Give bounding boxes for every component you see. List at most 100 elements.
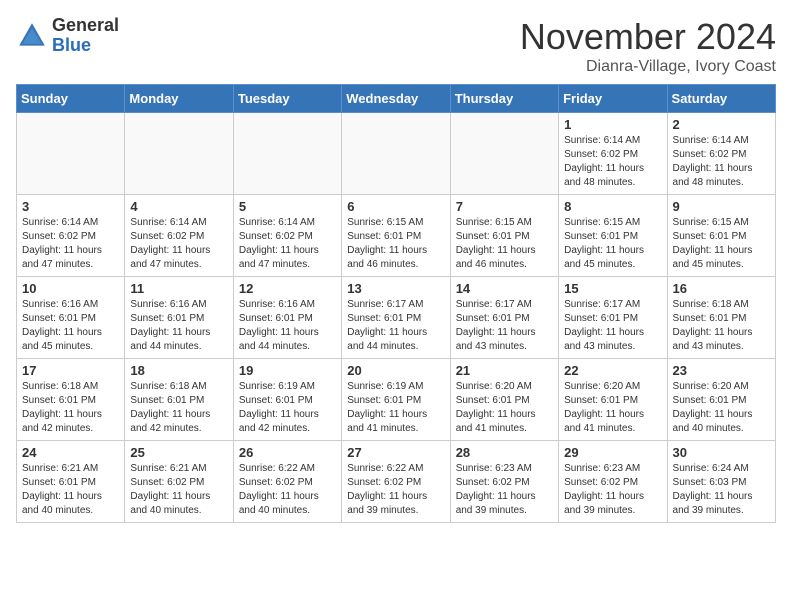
logo: General Blue	[16, 16, 119, 56]
day-info: Sunrise: 6:14 AMSunset: 6:02 PMDaylight:…	[130, 216, 227, 272]
day-info: Sunrise: 6:14 AMSunset: 6:02 PMDaylight:…	[239, 216, 336, 272]
calendar-week-row: 10 Sunrise: 6:16 AMSunset: 6:01 PMDayligh…	[17, 277, 776, 359]
day-number: 9	[673, 199, 770, 214]
day-info: Sunrise: 6:23 AMSunset: 6:02 PMDaylight:…	[456, 462, 553, 518]
day-info: Sunrise: 6:17 AMSunset: 6:01 PMDaylight:…	[347, 298, 444, 354]
day-info: Sunrise: 6:15 AMSunset: 6:01 PMDaylight:…	[564, 216, 661, 272]
day-number: 27	[347, 445, 444, 460]
calendar-day-cell: 23Sunrise: 6:20 AMSunset: 6:01 PMDayligh…	[667, 359, 775, 441]
day-number: 14	[456, 281, 553, 296]
title-section: November 2024 Dianra-Village, Ivory Coas…	[520, 16, 776, 76]
day-number: 18	[130, 363, 227, 378]
day-info: Sunrise: 6:21 AMSunset: 6:01 PMDaylight:…	[22, 462, 119, 518]
calendar-day-cell: 6 Sunrise: 6:15 AMSunset: 6:01 PMDaylight…	[342, 195, 450, 277]
calendar-day-cell	[17, 113, 125, 195]
day-number: 19	[239, 363, 336, 378]
calendar-day-cell: 24 Sunrise: 6:21 AMSunset: 6:01 PMDayligh…	[17, 441, 125, 523]
calendar-day-cell	[450, 113, 558, 195]
location-title: Dianra-Village, Ivory Coast	[520, 58, 776, 76]
day-info: Sunrise: 6:21 AMSunset: 6:02 PMDaylight:…	[130, 462, 227, 518]
day-info: Sunrise: 6:23 AMSunset: 6:02 PMDaylight:…	[564, 462, 661, 518]
page-header: General Blue November 2024 Dianra-Villag…	[16, 16, 776, 76]
day-info: Sunrise: 6:19 AMSunset: 6:01 PMDaylight:…	[239, 380, 336, 436]
calendar-table: SundayMondayTuesdayWednesdayThursdayFrid…	[16, 84, 776, 523]
day-number: 6	[347, 199, 444, 214]
day-info: Sunrise: 6:16 AMSunset: 6:01 PMDaylight:…	[130, 298, 227, 354]
calendar-day-cell: 22Sunrise: 6:20 AMSunset: 6:01 PMDayligh…	[559, 359, 667, 441]
calendar-day-cell: 30Sunrise: 6:24 AMSunset: 6:03 PMDayligh…	[667, 441, 775, 523]
day-number: 11	[130, 281, 227, 296]
day-number: 15	[564, 281, 661, 296]
day-number: 26	[239, 445, 336, 460]
calendar-day-cell: 21 Sunrise: 6:20 AMSunset: 6:01 PMDayligh…	[450, 359, 558, 441]
calendar-day-header: Tuesday	[233, 85, 341, 113]
calendar-day-cell: 19 Sunrise: 6:19 AMSunset: 6:01 PMDayligh…	[233, 359, 341, 441]
day-number: 12	[239, 281, 336, 296]
day-number: 10	[22, 281, 119, 296]
day-number: 5	[239, 199, 336, 214]
day-number: 20	[347, 363, 444, 378]
day-number: 29	[564, 445, 661, 460]
day-info: Sunrise: 6:16 AMSunset: 6:01 PMDaylight:…	[239, 298, 336, 354]
calendar-day-cell: 1Sunrise: 6:14 AMSunset: 6:02 PMDaylight…	[559, 113, 667, 195]
day-info: Sunrise: 6:18 AMSunset: 6:01 PMDaylight:…	[130, 380, 227, 436]
calendar-day-cell: 27 Sunrise: 6:22 AMSunset: 6:02 PMDayligh…	[342, 441, 450, 523]
calendar-day-cell	[233, 113, 341, 195]
calendar-header-row: SundayMondayTuesdayWednesdayThursdayFrid…	[17, 85, 776, 113]
calendar-day-cell: 14Sunrise: 6:17 AMSunset: 6:01 PMDayligh…	[450, 277, 558, 359]
calendar-week-row: 3 Sunrise: 6:14 AMSunset: 6:02 PMDaylight…	[17, 195, 776, 277]
calendar-day-cell	[342, 113, 450, 195]
day-info: Sunrise: 6:15 AMSunset: 6:01 PMDaylight:…	[456, 216, 553, 272]
calendar-day-header: Monday	[125, 85, 233, 113]
logo-blue-text: Blue	[52, 36, 119, 56]
day-number: 30	[673, 445, 770, 460]
calendar-day-header: Wednesday	[342, 85, 450, 113]
month-title: November 2024	[520, 16, 776, 58]
day-number: 13	[347, 281, 444, 296]
day-number: 24	[22, 445, 119, 460]
calendar-day-cell: 5 Sunrise: 6:14 AMSunset: 6:02 PMDaylight…	[233, 195, 341, 277]
day-info: Sunrise: 6:20 AMSunset: 6:01 PMDaylight:…	[456, 380, 553, 436]
calendar-day-cell: 29 Sunrise: 6:23 AMSunset: 6:02 PMDayligh…	[559, 441, 667, 523]
day-info: Sunrise: 6:22 AMSunset: 6:02 PMDaylight:…	[347, 462, 444, 518]
calendar-day-cell: 8 Sunrise: 6:15 AMSunset: 6:01 PMDaylight…	[559, 195, 667, 277]
calendar-day-cell: 18 Sunrise: 6:18 AMSunset: 6:01 PMDayligh…	[125, 359, 233, 441]
day-number: 7	[456, 199, 553, 214]
day-info: Sunrise: 6:14 AMSunset: 6:02 PMDaylight:…	[564, 134, 661, 190]
day-info: Sunrise: 6:14 AMSunset: 6:02 PMDaylight:…	[22, 216, 119, 272]
day-number: 2	[673, 117, 770, 132]
calendar-day-cell: 12 Sunrise: 6:16 AMSunset: 6:01 PMDayligh…	[233, 277, 341, 359]
calendar-day-cell: 9 Sunrise: 6:15 AMSunset: 6:01 PMDaylight…	[667, 195, 775, 277]
calendar-week-row: 17 Sunrise: 6:18 AMSunset: 6:01 PMDayligh…	[17, 359, 776, 441]
calendar-day-cell: 28 Sunrise: 6:23 AMSunset: 6:02 PMDayligh…	[450, 441, 558, 523]
day-number: 25	[130, 445, 227, 460]
day-info: Sunrise: 6:20 AMSunset: 6:01 PMDaylight:…	[673, 380, 770, 436]
day-number: 3	[22, 199, 119, 214]
calendar-day-cell: 11 Sunrise: 6:16 AMSunset: 6:01 PMDayligh…	[125, 277, 233, 359]
day-number: 28	[456, 445, 553, 460]
logo-general-text: General	[52, 16, 119, 36]
calendar-day-cell: 4 Sunrise: 6:14 AMSunset: 6:02 PMDaylight…	[125, 195, 233, 277]
calendar-day-header: Sunday	[17, 85, 125, 113]
calendar-day-cell: 2Sunrise: 6:14 AMSunset: 6:02 PMDaylight…	[667, 113, 775, 195]
calendar-day-cell: 15Sunrise: 6:17 AMSunset: 6:01 PMDayligh…	[559, 277, 667, 359]
day-number: 8	[564, 199, 661, 214]
day-info: Sunrise: 6:15 AMSunset: 6:01 PMDaylight:…	[673, 216, 770, 272]
day-number: 16	[673, 281, 770, 296]
calendar-day-cell	[125, 113, 233, 195]
calendar-day-cell: 20Sunrise: 6:19 AMSunset: 6:01 PMDayligh…	[342, 359, 450, 441]
calendar-day-cell: 25 Sunrise: 6:21 AMSunset: 6:02 PMDayligh…	[125, 441, 233, 523]
calendar-week-row: 1Sunrise: 6:14 AMSunset: 6:02 PMDaylight…	[17, 113, 776, 195]
day-number: 4	[130, 199, 227, 214]
day-number: 21	[456, 363, 553, 378]
day-info: Sunrise: 6:22 AMSunset: 6:02 PMDaylight:…	[239, 462, 336, 518]
calendar-day-header: Friday	[559, 85, 667, 113]
calendar-day-cell: 17 Sunrise: 6:18 AMSunset: 6:01 PMDayligh…	[17, 359, 125, 441]
day-info: Sunrise: 6:20 AMSunset: 6:01 PMDaylight:…	[564, 380, 661, 436]
calendar-day-cell: 10Sunrise: 6:16 AMSunset: 6:01 PMDayligh…	[17, 277, 125, 359]
calendar-week-row: 24 Sunrise: 6:21 AMSunset: 6:01 PMDayligh…	[17, 441, 776, 523]
logo-icon	[16, 20, 48, 52]
day-info: Sunrise: 6:15 AMSunset: 6:01 PMDaylight:…	[347, 216, 444, 272]
day-number: 17	[22, 363, 119, 378]
day-info: Sunrise: 6:18 AMSunset: 6:01 PMDaylight:…	[22, 380, 119, 436]
